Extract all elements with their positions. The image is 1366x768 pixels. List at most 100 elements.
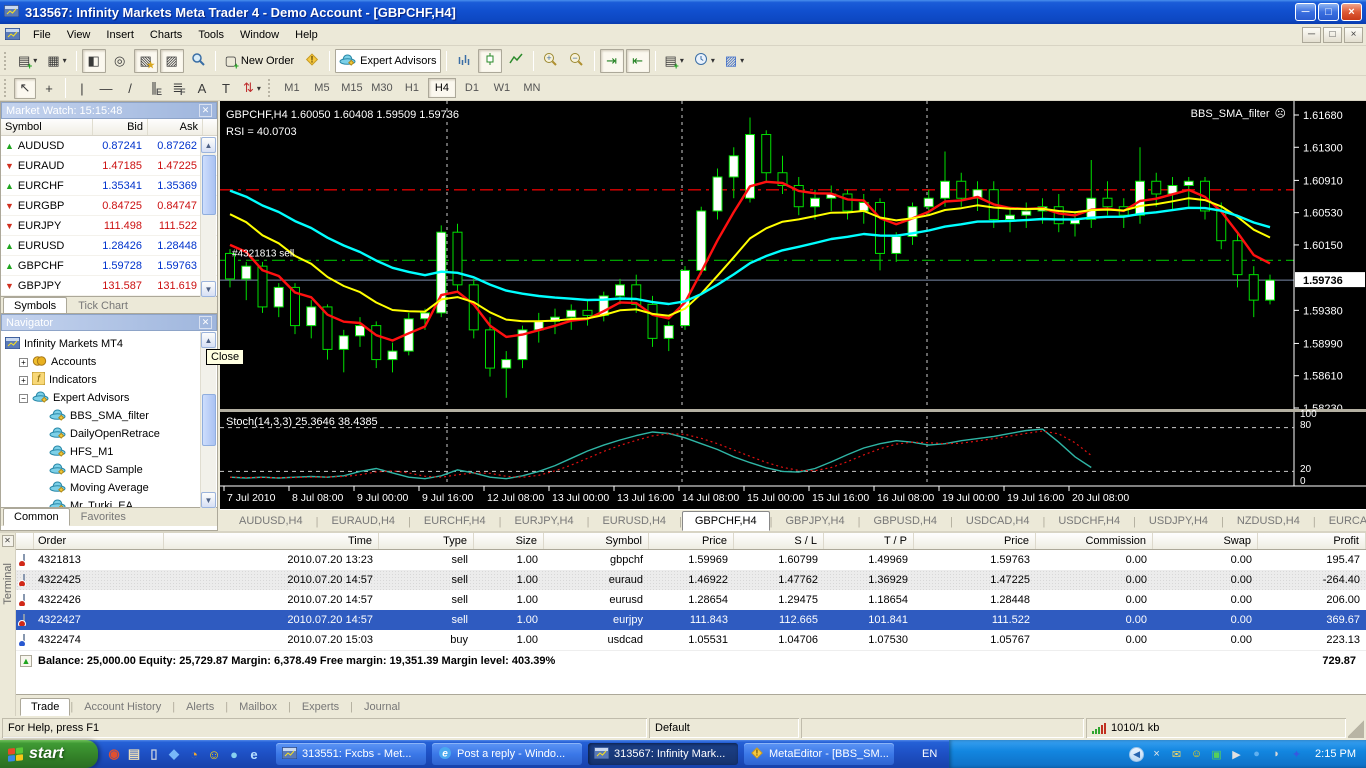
menu-tools[interactable]: Tools [190,26,232,44]
templates-button[interactable]: ▨ ▾ [721,49,748,73]
bar-chart-button[interactable] [452,49,476,73]
tray-launcher-icon[interactable]: ▶ [1229,747,1244,762]
menu-window[interactable]: Window [232,26,287,44]
order-row-4322426[interactable]: 4322426 2010.07.20 14:57 sell 1.00 eurusd 1.2… [16,590,1366,610]
new-order-button[interactable]: ▢ + New Order [221,49,298,73]
crosshair-tool[interactable]: + [38,78,60,99]
column-header-Time[interactable]: Time [164,533,379,549]
fibonacci-tool[interactable]: ≣ F [167,78,189,99]
tray-smiley-icon[interactable]: ☺ [1189,747,1204,762]
tray-volume-icon[interactable]: ◗ [1269,747,1284,762]
quicklaunch-calendar[interactable]: ◔ [186,746,202,762]
text-label-tool[interactable]: T [215,78,237,99]
terminal-tab-trade[interactable]: Trade [20,698,71,716]
chart-tab-eurjpy-h4[interactable]: EURJPY,H4 [501,511,586,531]
column-header-Size[interactable]: Size [474,533,544,549]
menu-insert[interactable]: Insert [98,26,142,44]
timeframe-m1[interactable]: M1 [278,78,306,98]
scroll-down-icon[interactable]: ▼ [201,492,216,508]
column-header-symbol[interactable]: Symbol [1,119,93,135]
chart-tab-usdchf-h4[interactable]: USDCHF,H4 [1045,511,1133,531]
column-header-Price[interactable]: Price [914,533,1036,549]
menu-view[interactable]: View [59,26,99,44]
timeframe-d1[interactable]: D1 [458,78,486,98]
market-watch-row[interactable]: ▲ EURUSD 1.28426 1.28448 [1,236,217,256]
scroll-up-icon[interactable]: ▲ [201,137,216,153]
minimize-button[interactable]: ─ [1295,3,1316,21]
terminal-toggle[interactable]: ▨ [159,48,184,73]
terminal-close-icon[interactable]: ✕ [1,535,14,547]
navigator-item-moving-average[interactable]: Moving Average [5,479,217,497]
alert-icon[interactable]: ! [300,49,324,73]
chart-tab-gbpusd-h4[interactable]: GBPUSD,H4 [860,511,950,531]
zoom-in-button[interactable]: + [539,49,563,73]
menu-charts[interactable]: Charts [142,26,190,44]
close-button[interactable]: × [1341,3,1362,21]
scrollbar-thumb[interactable] [202,155,216,215]
market-watch-row[interactable]: ▲ GBPCHF 1.59728 1.59763 [1,256,217,276]
task-button[interactable]: ! MetaEditor - [BBS_SM... [744,743,894,765]
order-row-4322474[interactable]: 4322474 2010.07.20 15:03 buy 1.00 usdcad 1.05… [16,630,1366,650]
market-watch-row[interactable]: ▼ EURGBP 0.84725 0.84747 [1,196,217,216]
channel-tool[interactable]: ∥ E [143,78,165,99]
tray-bluetooth-icon[interactable]: ✦ [1289,747,1304,762]
chart-tab-eurcad-h4[interactable]: EURCAD,H4 [1316,511,1366,531]
market-watch-row[interactable]: ▼ EURAUD 1.47185 1.47225 [1,156,217,176]
quicklaunch-internet-explorer[interactable]: e [246,746,262,762]
tray-mail-icon[interactable]: ✉ [1169,747,1184,762]
cursor-tool[interactable]: ↖ [14,77,36,99]
chart-tab-usdjpy-h4[interactable]: USDJPY,H4 [1136,511,1221,531]
timeframe-m5[interactable]: M5 [308,78,336,98]
language-indicator[interactable]: EN [916,746,943,762]
child-minimize-button[interactable]: ─ [1302,26,1321,43]
periods-button-dropdown-icon[interactable]: ▾ [711,56,715,65]
column-header-ask[interactable]: Ask [148,119,203,135]
line-chart-button[interactable] [504,49,528,73]
restore-button[interactable]: □ [1318,3,1339,21]
tab-favorites[interactable]: Favorites [70,508,137,526]
column-header-T / P[interactable]: T / P [824,533,914,549]
price-chart[interactable]: #4321813 sell 1.61680 1.61300 1.60910 1.6053… [220,101,1366,509]
terminal-tab-mailbox[interactable]: Mailbox [228,698,288,716]
navigator-close-icon[interactable]: ✕ [199,316,212,329]
new-chart-button[interactable]: ▤ + ▾ [14,49,41,73]
navigator-item-expert-advisors[interactable]: − Expert Advisors [5,389,217,407]
market-watch-row[interactable]: ▼ EURJPY 111.498 111.522 [1,216,217,236]
chart-tab-eurusd-h4[interactable]: EURUSD,H4 [589,511,679,531]
navigator-item-indicators[interactable]: + f Indicators [5,371,217,389]
quicklaunch-phone[interactable]: ▯ [146,746,162,762]
column-header-Profit[interactable]: Profit [1258,533,1366,549]
quicklaunch-messenger[interactable]: ◆ [166,746,182,762]
navigator-item-bbs-sma-filter[interactable]: BBS_SMA_filter [5,407,217,425]
scrollbar-thumb[interactable] [202,394,216,446]
menu-file[interactable]: File [25,26,59,44]
collapse-icon[interactable]: − [19,393,28,403]
menu-help[interactable]: Help [287,26,326,44]
templates-button-dropdown-icon[interactable]: ▾ [740,56,744,65]
child-close-button[interactable]: × [1344,26,1363,43]
column-header-bid[interactable]: Bid [93,119,148,135]
arrows-tool-dropdown-icon[interactable]: ▾ [257,84,261,93]
chart-tab-usdcad-h4[interactable]: USDCAD,H4 [953,511,1043,531]
task-button[interactable]: 313567: Infinity Mark... [588,743,738,765]
quicklaunch-app[interactable]: ◉ [106,746,122,762]
expand-icon[interactable]: + [19,357,28,367]
chart-window[interactable]: #4321813 sell 1.61680 1.61300 1.60910 1.6053… [220,101,1366,531]
start-button[interactable]: start [0,740,98,768]
resize-grip[interactable] [1348,718,1364,738]
order-row-4322425[interactable]: 4322425 2010.07.20 14:57 sell 1.00 euraud 1.4… [16,570,1366,590]
candlestick-chart-button[interactable] [477,48,502,73]
periods-button[interactable]: ▾ [690,49,719,73]
zoom-out-button[interactable]: − [565,49,589,73]
arrows-tool[interactable]: ⇅ ▾ [239,78,265,99]
market-watch-row[interactable]: ▼ GBPJPY 131.587 131.619 [1,276,217,296]
child-restore-button[interactable]: □ [1323,26,1342,43]
task-button[interactable]: 313551: Fxcbs - Met... [276,743,426,765]
market-watch-toggle[interactable]: ◧ [81,48,106,73]
navigator-item-accounts[interactable]: + Accounts [5,353,217,371]
scroll-down-icon[interactable]: ▼ [201,281,216,297]
profiles-button[interactable]: ▦ ▾ [43,49,70,73]
hide-icons-chevron[interactable]: ◀ [1129,746,1145,762]
tab-common[interactable]: Common [3,508,70,526]
timeframe-m15[interactable]: M15 [338,78,366,98]
